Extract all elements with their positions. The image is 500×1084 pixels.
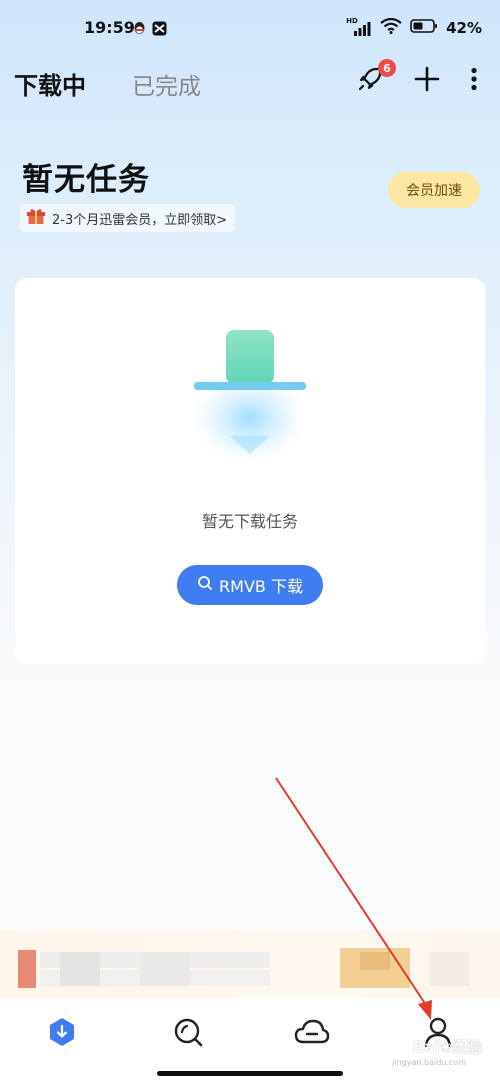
ad-pixel-block [360,952,390,970]
top-actions: 6 [356,59,480,96]
watermark-text: Bai [412,1038,440,1056]
empty-download-text: 暂无下载任务 [201,512,298,531]
empty-title: 暂无任务 [22,162,150,198]
search-icon [197,575,213,595]
tab-downloading[interactable]: 下载中 [14,66,86,101]
home-indicator[interactable] [157,1071,343,1076]
nav-download[interactable] [42,1016,82,1052]
ad-pixel-block [140,952,190,986]
ad-pixel-block [60,952,100,986]
battery-icon [410,18,438,38]
ad-banner[interactable] [0,930,500,998]
discover-icon [172,1016,204,1052]
tab-completed[interactable]: 已完成 [132,67,201,101]
download-icon [47,1016,77,1052]
status-time: 19:59 [84,18,135,37]
add-task-button[interactable] [412,66,442,96]
vip-promo-link[interactable]: 2-3个月迅雷会员，立即领取> [20,204,236,232]
baidu-watermark: Bai❀经验 [413,1036,482,1057]
cloud-icon [294,1018,330,1050]
nav-discover[interactable] [168,1016,208,1052]
battery-percentage: 42% [446,19,482,37]
promo-text: 2-3个月迅雷会员，立即领取> [52,212,228,228]
rocket-button[interactable]: 6 [356,59,396,96]
vip-accelerate-button[interactable]: 会员加速 [388,172,480,208]
wifi-icon [380,17,402,38]
notification-badge: 6 [378,59,396,77]
ad-pixel-block [430,952,470,986]
search-button-label: RMVB 下载 [219,577,303,596]
status-bar: 19:59 HD 42% [0,0,500,58]
top-tabs: 下载中 已完成 [14,66,201,101]
signal-icon: HD [346,17,372,36]
plus-icon [414,66,440,96]
qq-icon [132,21,147,36]
more-icon [470,67,478,95]
empty-download-illustration [175,326,325,476]
capcut-icon [152,21,167,36]
gift-icon [26,207,46,229]
ad-pixel-block [18,950,36,988]
search-rmvb-button[interactable]: RMVB 下载 [177,565,323,605]
watermark-paw-icon: ❀ [439,1038,452,1056]
more-button[interactable] [468,66,480,96]
empty-task-card: 暂无下载任务 RMVB 下载 [15,278,485,664]
watermark-url: jingyan.baidu.com [392,1058,466,1067]
watermark-text-cn: 经验 [451,1038,482,1056]
nav-cloud[interactable] [292,1016,332,1052]
